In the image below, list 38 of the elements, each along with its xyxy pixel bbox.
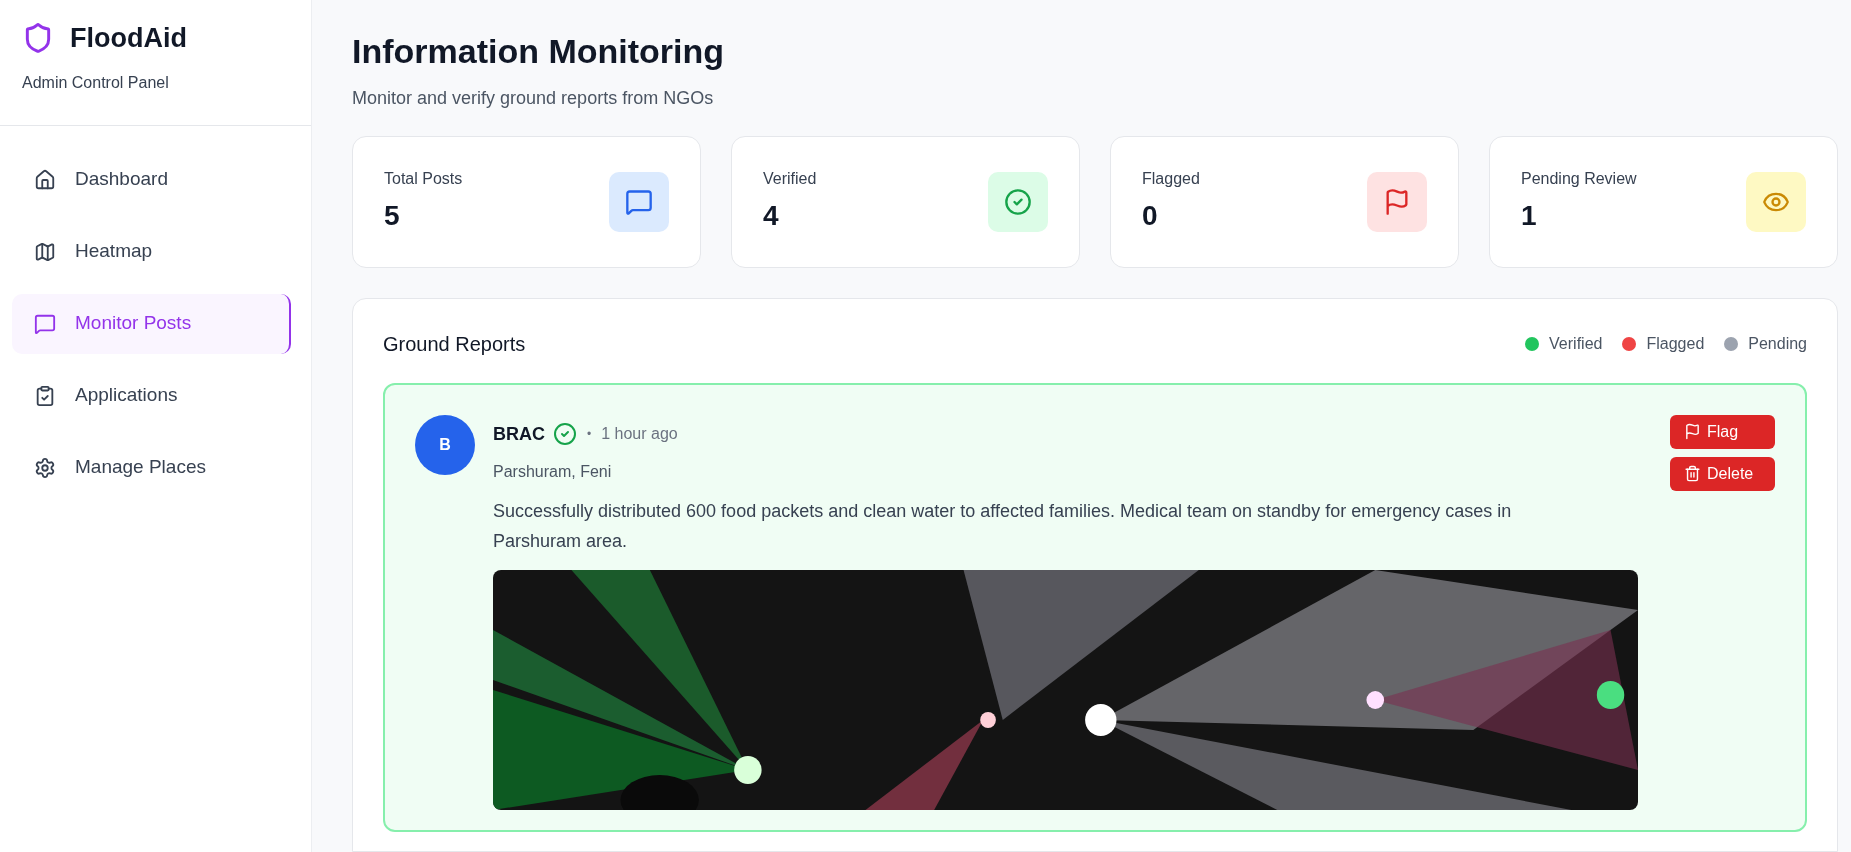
- page-title: Information Monitoring: [352, 31, 726, 72]
- post-time: 1 hour ago: [601, 424, 678, 444]
- stat-label: Verified: [763, 168, 817, 189]
- post-text: Successfully distributed 600 food packets and clean water to affected families. Medical team on standby for emergency cases in Parshuram area.: [493, 499, 1513, 553]
- clipboard-icon: [34, 384, 56, 407]
- section-title: Ground Reports: [383, 331, 526, 357]
- stat-label: Flagged: [1142, 168, 1200, 189]
- post-location: Parshuram, Feni: [493, 461, 613, 482]
- settings-icon: [34, 456, 56, 479]
- flag-button[interactable]: Flag: [1670, 414, 1775, 449]
- separator-dot: •: [587, 426, 592, 443]
- stat-label: Pending Review: [1521, 168, 1637, 189]
- stat-value: 5: [384, 198, 401, 233]
- check-circle-icon: [1004, 187, 1032, 216]
- page-subtitle: Monitor and verify ground reports from NGOs: [352, 86, 715, 110]
- avatar: B: [415, 414, 475, 475]
- sidebar-item[interactable]: Manage Places: [12, 437, 291, 498]
- brand-subtitle: Admin Control Panel: [22, 72, 170, 93]
- stat-value: 4: [763, 198, 780, 233]
- map-icon: [34, 240, 56, 263]
- flag-icon: [1684, 423, 1701, 440]
- stat-value: 0: [1142, 198, 1159, 233]
- sidebar-item[interactable]: Dashboard: [12, 149, 291, 210]
- sidebar-item[interactable]: Heatmap: [12, 221, 291, 282]
- stat-label: Total Posts: [384, 168, 463, 189]
- brand-name: FloodAid: [70, 22, 187, 55]
- house-icon: [34, 168, 56, 191]
- chat-bubble-icon: [34, 312, 56, 335]
- sidebar-item[interactable]: Monitor Posts: [12, 293, 291, 354]
- stat-value: 1: [1521, 198, 1538, 233]
- legend-label: Flagged: [1646, 333, 1705, 354]
- sidebar-item[interactable]: Applications: [12, 365, 291, 426]
- delete-button[interactable]: Delete: [1670, 456, 1775, 491]
- trash-icon: [1684, 465, 1701, 482]
- chat-bubble-icon: [625, 187, 653, 216]
- legend-label: Verified: [1549, 333, 1603, 354]
- legend-label: Pending: [1748, 333, 1807, 354]
- author-name: BRAC: [493, 422, 545, 446]
